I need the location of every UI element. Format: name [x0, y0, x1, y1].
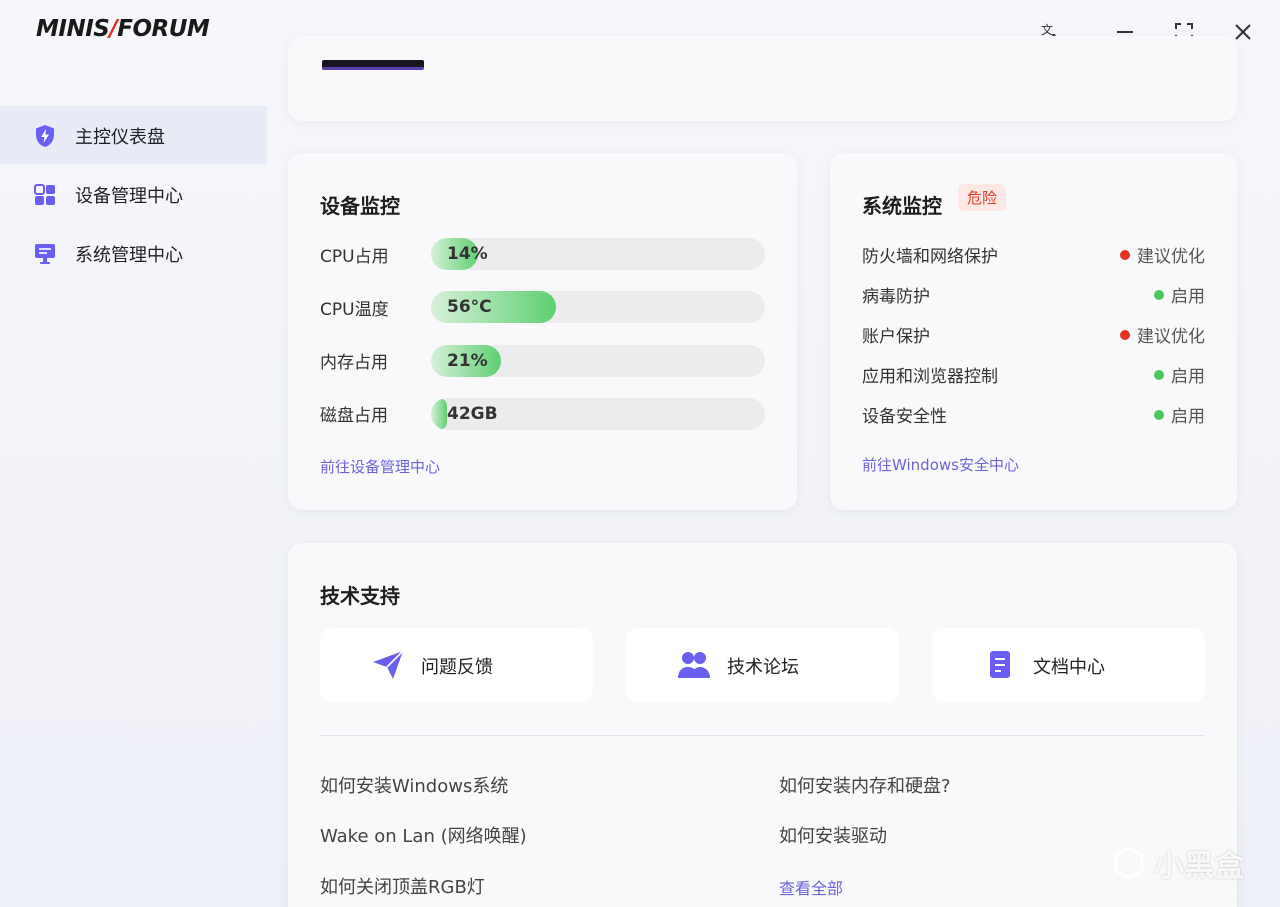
account-protection-label: 账户保护 — [862, 327, 930, 347]
sidebar: 主控仪表盘 设备管理中心 系统管理中心 — [0, 60, 267, 907]
virus-protection-status: 启用 — [1154, 282, 1205, 307]
faq-link-install-memory[interactable]: 如何安装内存和硬盘? — [779, 772, 951, 798]
users-icon — [678, 650, 710, 680]
paper-plane-icon — [372, 650, 404, 680]
firewall-label: 防火墙和网络保护 — [862, 247, 998, 267]
goto-windows-security-link[interactable]: 前往Windows安全中心 — [862, 454, 1019, 475]
device-monitor-title: 设备监控 — [320, 194, 400, 218]
device-security-label: 设备安全性 — [862, 407, 947, 427]
status-dot — [1154, 369, 1164, 380]
divider — [320, 735, 1205, 736]
device-security-status: 启用 — [1154, 402, 1205, 427]
status-text: 启用 — [1171, 407, 1205, 427]
device-grid-icon — [33, 183, 57, 207]
top-banner-card — [288, 36, 1237, 121]
app-browser-control-status: 启用 — [1154, 362, 1205, 387]
cpu-temp-bar: 56°C — [431, 291, 765, 323]
memory-usage-value: 21% — [447, 351, 488, 371]
status-text: 启用 — [1171, 367, 1205, 387]
disk-usage-fill — [431, 398, 447, 430]
view-all-link[interactable]: 查看全部 — [779, 875, 843, 899]
status-text: 建议优化 — [1137, 327, 1205, 347]
banner-image — [322, 60, 424, 70]
tech-support-title: 技术支持 — [320, 584, 400, 608]
status-dot — [1154, 289, 1164, 300]
watermark-text: 小黑盒 — [1154, 849, 1244, 884]
monitor-icon — [33, 242, 57, 266]
forum-label: 技术论坛 — [727, 657, 799, 678]
docs-label: 文档中心 — [1033, 657, 1105, 678]
device-monitor-card: 设备监控 CPU占用 14% CPU温度 56°C 内存占用 21% 磁盘占用 … — [288, 153, 797, 510]
cpu-temp-label: CPU温度 — [320, 300, 389, 320]
forum-button[interactable]: 技术论坛 — [626, 628, 899, 702]
cpu-usage-value: 14% — [447, 244, 488, 264]
sidebar-item-device-management[interactable]: 设备管理中心 — [0, 165, 267, 223]
disk-usage-bar: 42GB — [431, 398, 765, 430]
sidebar-item-label: 系统管理中心 — [75, 245, 183, 266]
system-monitor-card: 系统监控 危险 防火墙和网络保护 建议优化 病毒防护 启用 账户保护 建议优化 … — [830, 153, 1237, 510]
status-dot — [1120, 249, 1130, 260]
goto-device-management-link[interactable]: 前往设备管理中心 — [320, 456, 440, 477]
sidebar-item-label: 设备管理中心 — [75, 186, 183, 207]
document-icon — [984, 650, 1016, 680]
sidebar-item-system-management[interactable]: 系统管理中心 — [0, 224, 267, 282]
app-browser-control-label: 应用和浏览器控制 — [862, 367, 998, 387]
docs-button[interactable]: 文档中心 — [932, 628, 1205, 702]
system-monitor-title: 系统监控 — [862, 194, 942, 218]
cpu-usage-label: CPU占用 — [320, 247, 389, 267]
status-text: 建议优化 — [1137, 247, 1205, 267]
sidebar-item-dashboard[interactable]: 主控仪表盘 — [0, 106, 267, 164]
disk-usage-value: 42GB — [447, 404, 498, 424]
danger-badge: 危险 — [958, 184, 1007, 211]
status-dot — [1120, 329, 1130, 340]
status-dot — [1154, 409, 1164, 420]
feedback-label: 问题反馈 — [421, 657, 493, 678]
status-text: 启用 — [1171, 287, 1205, 307]
virus-protection-label: 病毒防护 — [862, 287, 930, 307]
sidebar-item-label: 主控仪表盘 — [75, 127, 165, 148]
cpu-usage-bar: 14% — [431, 238, 765, 270]
watermark-logo-icon — [1114, 846, 1144, 880]
app-window: MINIS/FORUM 文A 主控仪表盘 设备管理中心 系统管理中心 — [0, 0, 1280, 907]
feedback-button[interactable]: 问题反馈 — [320, 628, 593, 702]
faq-link-wake-on-lan[interactable]: Wake on Lan (网络唤醒) — [320, 822, 527, 848]
firewall-status: 建议优化 — [1120, 242, 1205, 267]
memory-usage-bar: 21% — [431, 345, 765, 377]
faq-link-install-windows[interactable]: 如何安装Windows系统 — [320, 772, 508, 798]
watermark: 小黑盒 — [1112, 841, 1244, 885]
account-protection-status: 建议优化 — [1120, 322, 1205, 347]
disk-usage-label: 磁盘占用 — [320, 406, 388, 426]
faq-link-disable-rgb[interactable]: 如何关闭顶盖RGB灯 — [320, 873, 485, 899]
brand-logo: MINIS/FORUM — [36, 16, 210, 42]
cpu-temp-value: 56°C — [447, 297, 492, 317]
memory-usage-label: 内存占用 — [320, 353, 388, 373]
faq-link-install-drivers[interactable]: 如何安装驱动 — [779, 822, 887, 848]
tech-support-card: 技术支持 问题反馈 技术论坛 文档中心 如何安装Windows系统 Wake o… — [288, 543, 1237, 907]
shield-bolt-icon — [33, 124, 57, 148]
